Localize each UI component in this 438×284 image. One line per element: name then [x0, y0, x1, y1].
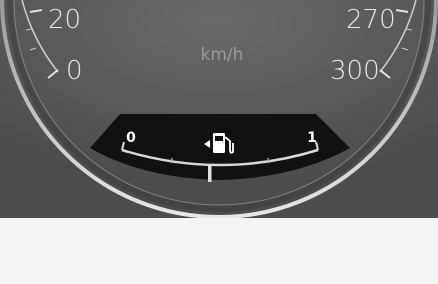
fuel-gauge-needle [208, 165, 212, 182]
speed-unit-label: km/h [201, 45, 244, 65]
speed-label-270: 270 [346, 5, 396, 35]
instrument-cluster: 20 0 270 300 km/h 0 1 [0, 0, 438, 218]
fuel-tick-three-quarter [267, 157, 270, 164]
speed-label-20: 20 [48, 5, 81, 35]
fuel-min-label: 0 [126, 130, 136, 146]
speed-label-300: 300 [330, 56, 380, 86]
speed-label-0: 0 [66, 56, 83, 86]
fuel-tick-quarter [170, 157, 173, 164]
footer-panel [0, 218, 438, 284]
fuel-max-label: 1 [307, 130, 317, 146]
